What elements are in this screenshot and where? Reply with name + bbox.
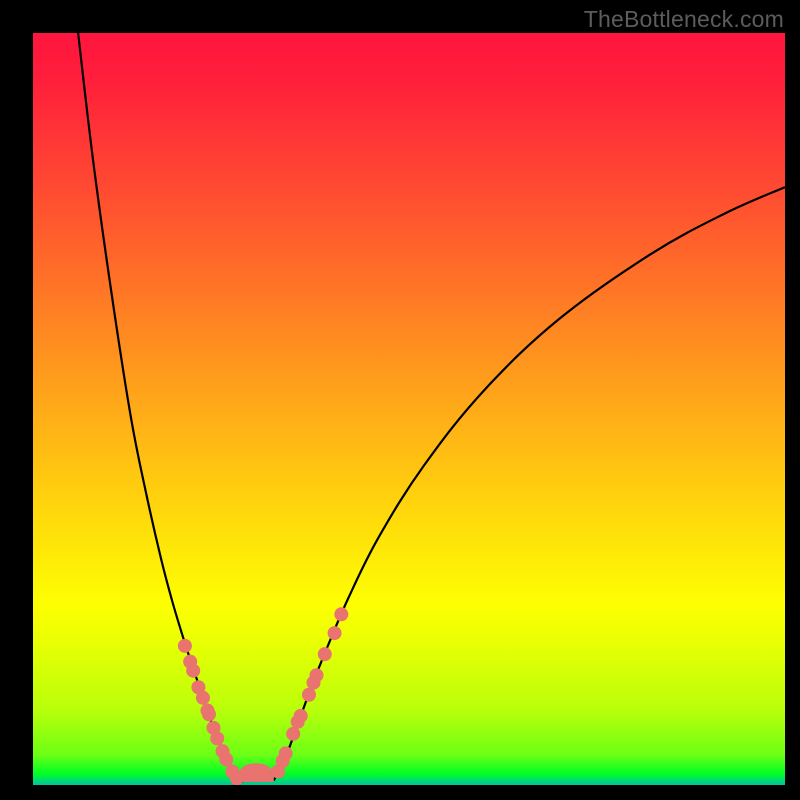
highlight-dot <box>178 639 192 653</box>
highlight-dot <box>186 664 200 678</box>
watermark-text: TheBottleneck.com <box>584 6 784 33</box>
right-curve <box>274 187 785 780</box>
highlight-dot <box>279 746 293 760</box>
highlight-dot <box>310 668 324 682</box>
left-curve <box>78 33 243 782</box>
plot-area <box>33 33 785 785</box>
highlight-dot <box>294 709 308 723</box>
chart-frame: TheBottleneck.com <box>0 0 800 800</box>
highlight-dot <box>328 626 342 640</box>
highlight-dot <box>210 731 224 745</box>
highlight-dot <box>286 727 300 741</box>
highlight-dot <box>334 607 348 621</box>
highlight-dot <box>202 707 216 721</box>
chart-svg <box>33 33 785 785</box>
highlight-dot <box>219 752 233 766</box>
highlight-dots <box>178 607 348 785</box>
highlight-dot <box>318 647 332 661</box>
highlight-dot <box>302 688 316 702</box>
highlight-dot <box>230 771 244 785</box>
highlight-dot <box>196 691 210 705</box>
